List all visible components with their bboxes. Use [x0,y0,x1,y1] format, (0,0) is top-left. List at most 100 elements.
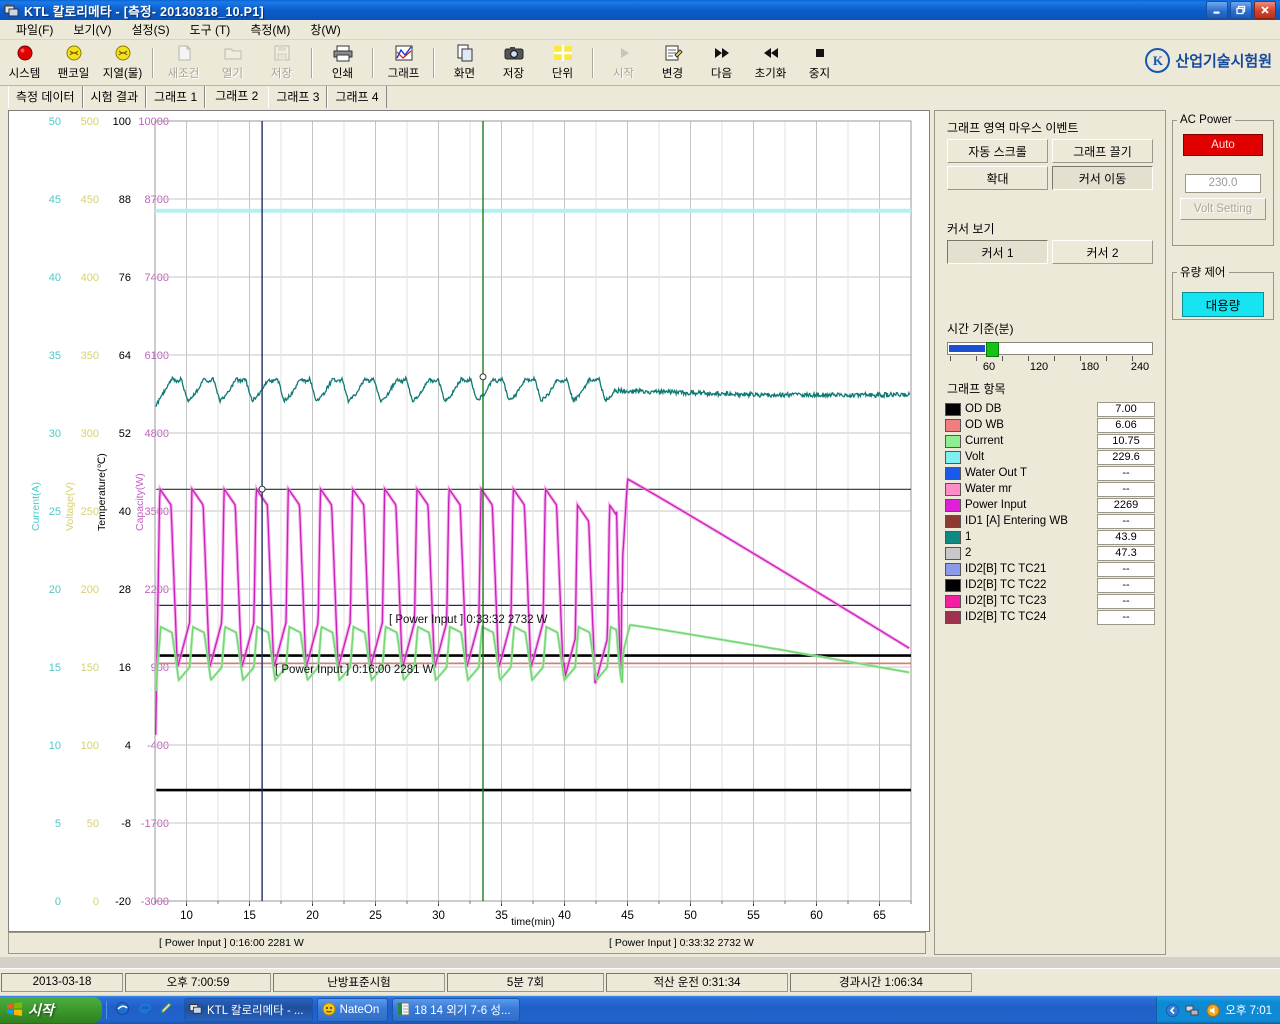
svg-text:4: 4 [125,740,131,752]
network-icon[interactable] [1185,1003,1200,1018]
toolbar-button-fancoil[interactable]: 팬코일 [49,40,98,86]
legend-color-swatch[interactable] [945,418,961,432]
ac-power-auto-button[interactable]: Auto [1183,134,1263,156]
legend-row[interactable]: 1 43.9 [945,529,1155,545]
legend-color-swatch[interactable] [945,594,961,608]
pencil-icon[interactable] [159,1001,174,1019]
svg-text:88: 88 [119,194,131,206]
mouse-event-button-row-2: 확대 커서 이동 [935,166,1165,190]
time-base-slider[interactable]: 60 120 180 240 [935,340,1165,374]
legend-color-swatch[interactable] [945,498,961,512]
toolbar-button-stop[interactable]: 중지 [795,40,844,86]
volt-setting-button[interactable]: Volt Setting [1180,198,1266,220]
menu-item-measure[interactable]: 측정(M) [240,19,300,40]
tab-graph-1[interactable]: 그래프 1 [146,85,206,108]
cursor-move-button[interactable]: 커서 이동 [1052,166,1153,190]
legend-color-swatch[interactable] [945,450,961,464]
ie-e-icon[interactable] [137,1001,152,1019]
volume-icon[interactable] [1205,1003,1220,1018]
legend-color-swatch[interactable] [945,530,961,544]
menu-item-view[interactable]: 보기(V) [63,19,121,40]
slider-thumb[interactable] [986,342,999,357]
tab-graph-4[interactable]: 그래프 4 [327,85,387,108]
legend-row[interactable]: ID2[B] TC TC23 -- [945,593,1155,609]
toolbar-button-system[interactable]: 시스템 [0,40,49,86]
floppy-save-icon [272,43,292,63]
tab-graph-2[interactable]: 그래프 2 [205,83,269,108]
toolbar-button-unit[interactable]: 단위 [538,40,587,86]
graph-drag-button[interactable]: 그래프 끌기 [1052,139,1153,163]
menu-item-window[interactable]: 창(W) [300,19,350,40]
cursor-view-title: 커서 보기 [947,222,995,236]
start-label: 시작 [28,1002,54,1018]
toolbar-button-graph[interactable]: 그래프 [379,40,428,86]
auto-scroll-button[interactable]: 자동 스크롤 [947,139,1048,163]
legend-row[interactable]: ID2[B] TC TC22 -- [945,577,1155,593]
legend-color-swatch[interactable] [945,514,961,528]
cursor-2-button[interactable]: 커서 2 [1052,240,1153,264]
svg-text:55: 55 [747,910,760,922]
tab-test-result[interactable]: 시험 결과 [82,85,147,108]
taskbar-task-ktl[interactable]: KTL 칼로리메타 - ... [184,998,313,1022]
ktl-logo: K 산업기술시험원 [1145,48,1272,73]
legend-color-swatch[interactable] [945,578,961,592]
legend-row[interactable]: OD DB 7.00 [945,401,1155,417]
legend-color-swatch[interactable] [945,610,961,624]
svg-text:20: 20 [306,910,319,922]
legend-color-swatch[interactable] [945,466,961,480]
toolbar-button-print[interactable]: 인쇄 [318,40,367,86]
legend-row[interactable]: Volt 229.6 [945,449,1155,465]
toolbar-button-screen[interactable]: 화면 [440,40,489,86]
volt-value-field[interactable]: 230.0 [1185,174,1261,193]
legend-row[interactable]: OD WB 6.06 [945,417,1155,433]
toolbar-button-next[interactable]: 다음 [697,40,746,86]
legend-color-swatch[interactable] [945,562,961,576]
legend-row[interactable]: Current 10.75 [945,433,1155,449]
menu-item-settings[interactable]: 설정(S) [121,19,179,40]
show-hidden-icon[interactable] [1165,1003,1180,1018]
ie-blue-icon[interactable] [115,1001,130,1019]
legend-row[interactable]: Water Out T -- [945,465,1155,481]
zoom-button[interactable]: 확대 [947,166,1048,190]
toolbar-button-reset[interactable]: 초기화 [746,40,795,86]
svg-text:time(min): time(min) [511,916,555,928]
toolbar-button-capture-save[interactable]: 저장 [489,40,538,86]
cursor-1-button[interactable]: 커서 1 [947,240,1048,264]
toolbar-button-geothermal[interactable]: 지열(물) [98,40,147,86]
flow-capacity-button[interactable]: 대용량 [1182,292,1264,317]
tab-graph-3[interactable]: 그래프 3 [268,85,328,108]
toolbar-button-open[interactable]: 열기 [208,40,257,86]
toolbar-label: 변경 [661,67,684,80]
legend-color-swatch[interactable] [945,482,961,496]
legend-row[interactable]: ID1 [A] Entering WB -- [945,513,1155,529]
legend-color-swatch[interactable] [945,434,961,448]
legend-row[interactable]: 2 47.3 [945,545,1155,561]
menu-item-tools[interactable]: 도구 (T) [180,19,241,40]
legend-row[interactable]: ID2[B] TC TC24 -- [945,609,1155,625]
toolbar-button-change[interactable]: 변경 [648,40,697,86]
legend-color-swatch[interactable] [945,546,961,560]
tray-clock[interactable]: 오후 7:01 [1225,1002,1272,1018]
legend-item-value: -- [1097,593,1155,609]
svg-text:3500: 3500 [145,506,169,518]
start-button[interactable]: 시작 [0,997,102,1023]
restore-button[interactable] [1230,1,1252,19]
toolbar-button-start[interactable]: 시작 [599,40,648,86]
menu-item-file[interactable]: 파일(F) [6,19,63,40]
legend-row[interactable]: Power Input 2269 [945,497,1155,513]
legend-row[interactable]: Water mr -- [945,481,1155,497]
tab-measurement-data[interactable]: 측정 데이터 [8,85,83,108]
toolbar-separator [433,47,435,78]
toolbar-button-new-condition[interactable]: 새조건 [159,40,208,86]
taskbar-task-excel[interactable]: 18 14 외기 7-6 성... [392,998,520,1022]
legend-row[interactable]: ID2[B] TC TC21 -- [945,561,1155,577]
minimize-button[interactable] [1206,1,1228,19]
toolbar-button-save[interactable]: 저장 [257,40,306,86]
taskbar-task-nateon[interactable]: NateOn [316,998,389,1022]
close-button[interactable] [1254,1,1276,19]
status-bar: 2013-03-18 오후 7:00:59 난방표준시험 5분 7회 적산 운전 0:3… [0,968,1280,995]
svg-text:15: 15 [49,662,61,674]
legend-color-swatch[interactable] [945,402,961,416]
graph-canvas[interactable]: 50 45 40 35 30 25 20 15 10 5 0 500 450 400 350 300 250 20… [8,110,930,932]
slider-track[interactable] [947,342,1153,357]
